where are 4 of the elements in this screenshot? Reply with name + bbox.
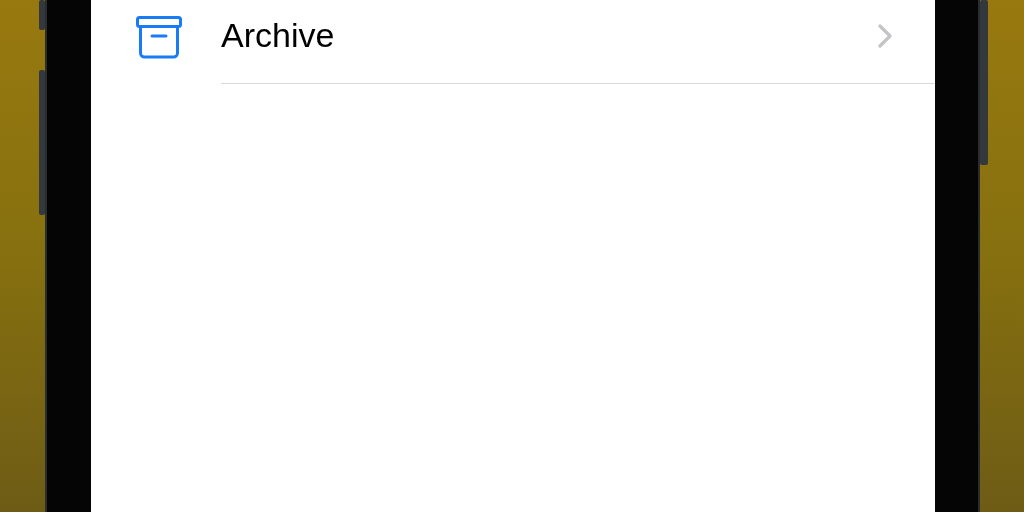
archive-box-icon [136, 15, 182, 59]
list-row[interactable]: Archive [91, 0, 935, 84]
chevron-icon [877, 23, 893, 48]
row-label: Archive [221, 16, 336, 55]
